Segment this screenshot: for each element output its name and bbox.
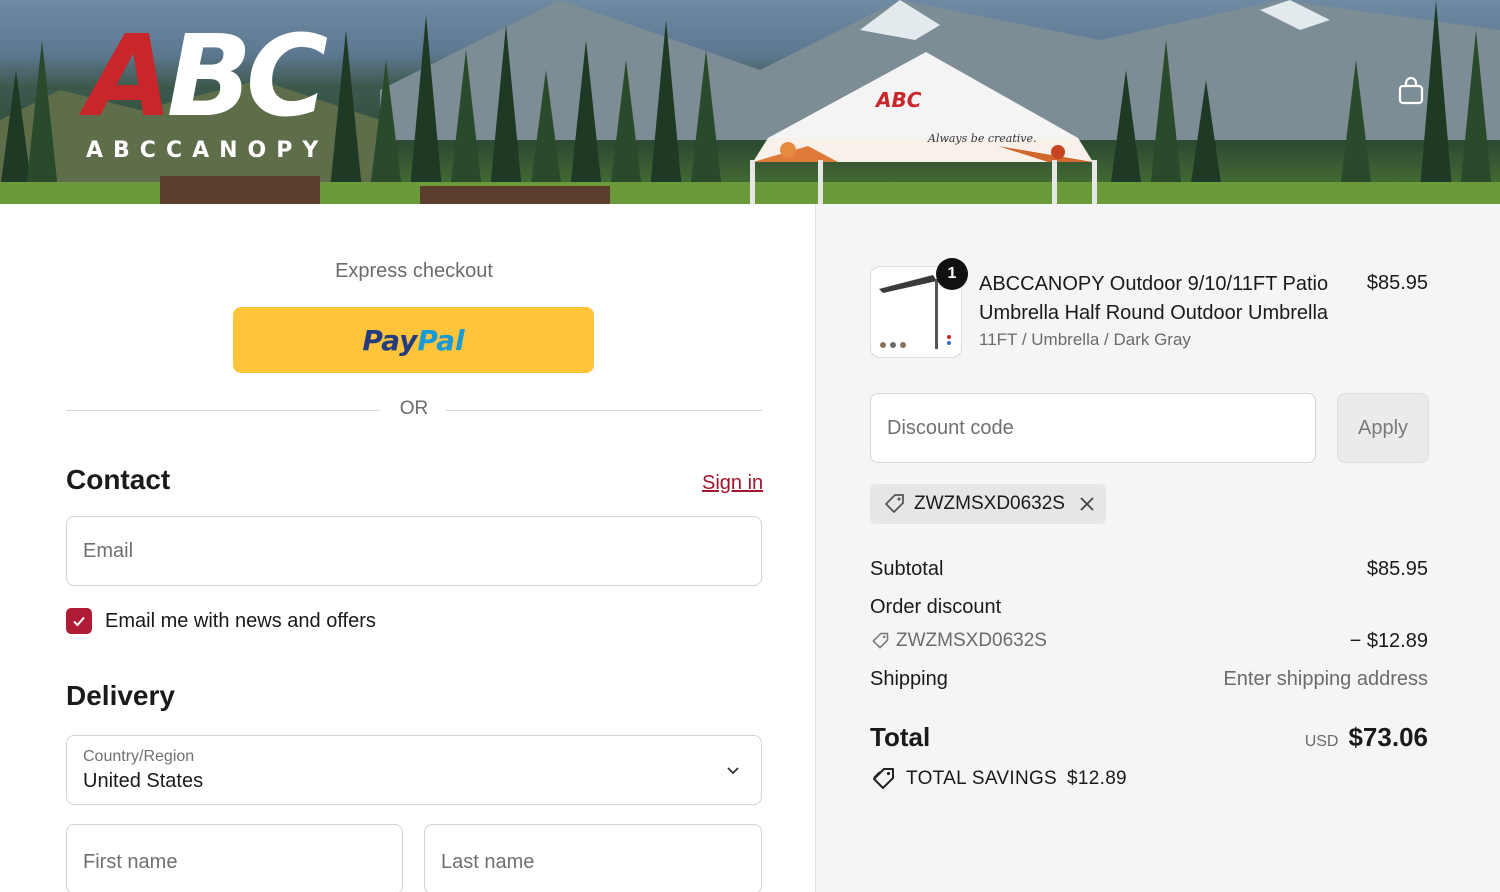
or-divider: OR — [66, 398, 762, 424]
tree — [1190, 80, 1222, 190]
savings-value: $12.89 — [1067, 768, 1127, 789]
tag-icon — [885, 494, 904, 513]
canopy-tent-image: ABC Always be creative. — [748, 50, 1098, 204]
email-field[interactable]: Email — [66, 516, 762, 586]
paypal-logo-part1: Pay — [362, 323, 418, 357]
shipping-value: Enter shipping address — [1223, 668, 1428, 690]
tree — [1110, 70, 1142, 190]
order-discount-code: ZWZMSXD0632S — [896, 630, 1047, 651]
checkout-form-panel: Express checkout Pay Pal OR Contact Sign … — [0, 204, 815, 892]
or-label: OR — [399, 398, 429, 419]
order-summary-panel: 1 ABCCANOPY Outdoor 9/10/11FT Patio Umbr… — [815, 204, 1500, 892]
contact-title: Contact — [66, 464, 171, 495]
country-value: United States — [83, 770, 204, 792]
tent-brand-text: ABC — [876, 88, 922, 112]
product-variant: 11FT / Umbrella / Dark Gray — [979, 330, 1191, 349]
savings-label: TOTAL SAVINGS — [906, 768, 1058, 789]
total-currency: USD — [1304, 733, 1339, 750]
logo-letter-a: A — [86, 12, 173, 142]
last-name-placeholder: Last name — [441, 851, 535, 873]
first-name-placeholder: First name — [83, 851, 178, 873]
order-discount-label: Order discount — [870, 596, 1002, 618]
logo-letters-bc: BC — [166, 12, 329, 142]
brand-logo[interactable]: ABC ABCCANOPY — [86, 21, 336, 172]
apply-discount-button[interactable]: Apply — [1337, 393, 1429, 463]
tent-leg — [818, 160, 823, 204]
subtotal-value: $85.95 — [1366, 558, 1428, 580]
product-title: ABCCANOPY Outdoor 9/10/11FT Patio Umbrel… — [979, 273, 1329, 324]
total-amount: USD $73.06 — [1305, 722, 1428, 753]
paypal-button[interactable]: Pay Pal — [233, 307, 594, 373]
tree — [450, 50, 482, 190]
logo-wordmark: ABCCANOPY — [86, 138, 329, 163]
tree — [610, 60, 642, 190]
tree — [410, 15, 442, 190]
discount-code-input[interactable]: Discount code — [870, 393, 1316, 463]
checkmark-icon — [73, 616, 85, 627]
last-name-field[interactable]: Last name — [424, 824, 762, 892]
applied-discount-code: ZWZMSXD0632S — [914, 493, 1065, 514]
remove-discount-icon[interactable] — [1079, 496, 1095, 512]
subtotal-label: Subtotal — [870, 558, 944, 580]
email-placeholder: Email — [83, 540, 134, 562]
tree — [690, 50, 722, 190]
newsletter-label: Email me with news and offers — [105, 609, 376, 632]
tree — [26, 40, 58, 190]
paypal-logo-part2: Pal — [417, 323, 465, 357]
shipping-label: Shipping — [870, 668, 948, 690]
tent-slogan-text: Always be creative. — [928, 132, 1037, 145]
sign-in-link[interactable]: Sign in — [702, 472, 763, 495]
applied-discount-chip: ZWZMSXD0632S — [870, 484, 1106, 524]
cabin — [160, 176, 320, 204]
newsletter-option: Email me with news and offers — [66, 608, 376, 634]
chevron-down-icon — [727, 767, 739, 775]
tree — [1460, 30, 1492, 190]
savings-tag-icon — [873, 768, 894, 789]
cabin — [420, 186, 610, 204]
tree — [490, 25, 522, 190]
divider-line — [446, 410, 762, 411]
header-banner: ABC ABCCANOPY ABC Always be creative. — [0, 0, 1500, 204]
first-name-field[interactable]: First name — [66, 824, 403, 892]
logo-mark: ABC — [86, 21, 328, 133]
country-select[interactable]: Country/Region United States — [66, 735, 762, 805]
delivery-title: Delivery — [66, 680, 175, 711]
country-label: Country/Region — [83, 748, 195, 765]
product-price: $85.95 — [1366, 272, 1428, 294]
total-savings: TOTAL SAVINGS $12.89 — [870, 766, 1127, 792]
tree — [530, 70, 562, 190]
tent-leg — [750, 160, 755, 204]
newsletter-checkbox[interactable] — [66, 608, 92, 634]
total-label: Total — [870, 722, 931, 752]
tag-icon — [872, 632, 889, 649]
total-value: $73.06 — [1348, 722, 1428, 752]
tent-leg — [1092, 160, 1097, 204]
tree — [570, 40, 602, 190]
tent-leg — [1052, 160, 1057, 204]
order-discount-code-line: ZWZMSXD0632S — [870, 630, 1047, 652]
discount-placeholder: Discount code — [887, 417, 1014, 439]
tree — [1150, 40, 1182, 190]
tree — [1340, 60, 1372, 190]
quantity-badge: 1 — [936, 258, 968, 290]
express-checkout-label: Express checkout — [335, 260, 493, 282]
tree — [370, 60, 402, 190]
order-discount-value: − $12.89 — [1349, 630, 1428, 652]
shopping-bag-icon[interactable] — [1396, 76, 1426, 106]
tree — [650, 20, 682, 190]
